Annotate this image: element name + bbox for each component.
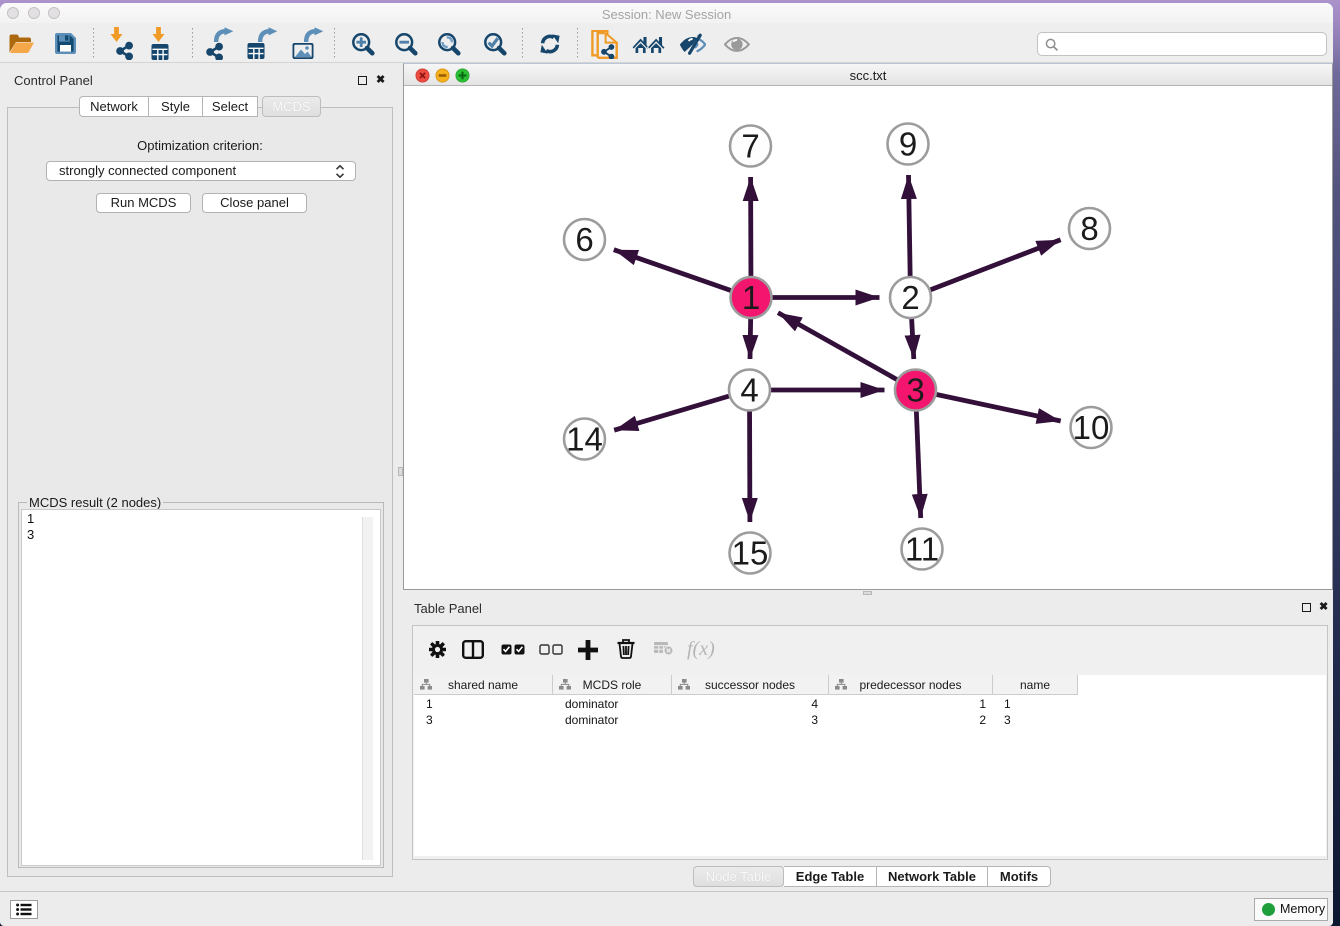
svg-text:1: 1 — [742, 279, 760, 316]
svg-text:10: 10 — [1073, 409, 1110, 446]
svg-text:4: 4 — [740, 372, 758, 409]
svg-text:7: 7 — [741, 128, 759, 165]
svg-text:8: 8 — [1080, 210, 1098, 247]
svg-text:15: 15 — [732, 535, 769, 572]
svg-text:11: 11 — [905, 531, 939, 568]
svg-text:14: 14 — [566, 421, 603, 458]
svg-text:9: 9 — [899, 126, 917, 163]
svg-text:6: 6 — [575, 221, 593, 258]
svg-text:3: 3 — [906, 372, 924, 409]
svg-text:2: 2 — [901, 279, 919, 316]
